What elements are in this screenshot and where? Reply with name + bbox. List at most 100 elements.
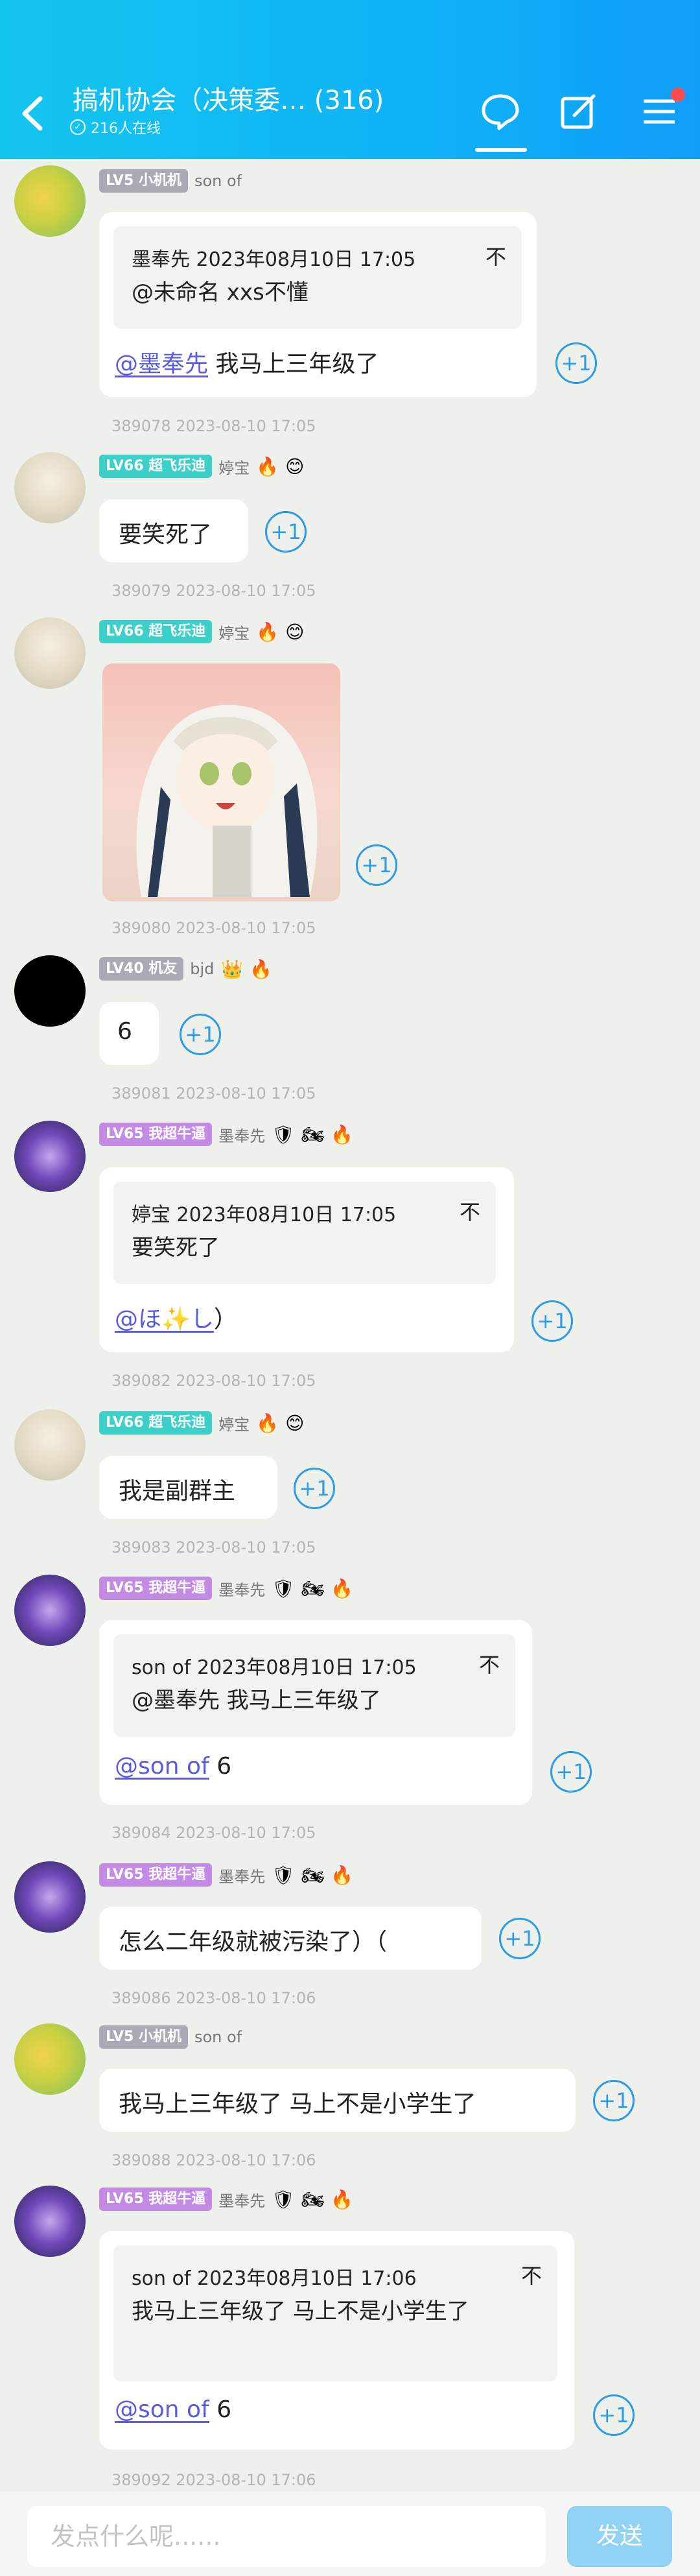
avatar[interactable] (14, 1861, 86, 1933)
fire-badge-icon: 🔥 (331, 1123, 354, 1145)
level-badge: LV40 机友 (99, 957, 184, 981)
plus-one-button[interactable]: +1 (531, 1300, 573, 1342)
avatar[interactable] (14, 1409, 86, 1481)
avatar[interactable] (14, 452, 86, 523)
sender-name[interactable]: 墨奉先 (218, 1577, 265, 1600)
active-tab-indicator (475, 148, 527, 152)
avatar[interactable] (14, 1121, 86, 1192)
message-timestamp: 389086 2023-08-10 17:06 (111, 1989, 316, 2007)
message-bubble[interactable]: 婷宝 2023年08月10日 17:05 不 要笑死了 @ほ✨し） (99, 1167, 514, 1352)
close-icon[interactable]: 不 (521, 2260, 542, 2289)
message-bubble[interactable]: 我是副群主 (99, 1456, 277, 1519)
sender-meta: LV40 机友 bjd 👑 🔥 (99, 957, 272, 981)
sender-name[interactable]: son of (194, 2028, 242, 2046)
level-badge: LV66 超飞乐迪 (99, 620, 213, 643)
plus-one-button[interactable]: +1 (356, 844, 397, 886)
plus-one-button[interactable]: +1 (499, 1918, 541, 1959)
sender-meta: LV66 超飞乐迪 婷宝 🔥 😊 (99, 454, 304, 479)
moto-badge-icon: 🏍 (301, 1123, 325, 1145)
close-icon[interactable]: 不 (485, 241, 506, 270)
plus-one-button[interactable]: +1 (593, 2080, 635, 2121)
message-bubble[interactable]: son of 2023年08月10日 17:05 不 @墨奉先 我马上三年级了 … (99, 1620, 532, 1805)
mention-link[interactable]: @ほ✨し (115, 1306, 214, 1333)
message-bubble[interactable]: 怎么二年级就被污染了）（ (99, 1907, 482, 1970)
fire-badge-icon: 🔥 (256, 621, 279, 643)
close-icon[interactable]: 不 (460, 1196, 480, 1226)
level-badge: LV65 我超牛逼 (99, 1577, 213, 1600)
sender-meta: LV65 我超牛逼 墨奉先 🛡 🏍 🔥 (99, 1576, 353, 1601)
moto-badge-icon: 🏍 (301, 2188, 325, 2210)
sender-name[interactable]: 墨奉先 (218, 1123, 265, 1146)
online-count: ✓ 216人在线 (70, 117, 161, 137)
level-badge: LV65 我超牛逼 (99, 2188, 213, 2211)
back-arrow-icon[interactable] (14, 91, 53, 136)
message-timestamp: 389083 2023-08-10 17:05 (111, 1538, 316, 1556)
avatar[interactable] (14, 617, 86, 689)
avatar[interactable] (14, 1575, 86, 1646)
group-title[interactable]: 搞机协会（决策委… (316) (73, 79, 384, 117)
moto-badge-icon: 🏍 (301, 1864, 325, 1886)
avatar[interactable] (14, 165, 86, 237)
sender-meta: LV66 超飞乐迪 婷宝 🔥 😊 (99, 619, 304, 644)
message-bubble[interactable]: 墨奉先 2023年08月10日 17:05 不 @未命名 xxs不懂 @墨奉先 … (99, 212, 537, 397)
level-badge: LV65 我超牛逼 (99, 1863, 213, 1887)
close-icon[interactable]: 不 (479, 1649, 500, 1678)
level-badge: LV65 我超牛逼 (99, 1123, 213, 1146)
sender-name[interactable]: 墨奉先 (218, 1864, 265, 1887)
crown-badge-icon: 👑 (220, 958, 244, 980)
chat-header: 搞机协会（决策委… (316) ✓ 216人在线 (0, 0, 700, 159)
sender-name[interactable]: 婷宝 (218, 455, 250, 478)
message-bubble[interactable]: 要笑死了 (99, 499, 248, 562)
plus-one-button[interactable]: +1 (180, 1014, 221, 1055)
heart-badge-icon: 😊 (285, 621, 305, 643)
fire-badge-icon: 🔥 (331, 1864, 354, 1886)
plus-one-button[interactable]: +1 (265, 511, 307, 553)
sender-meta: LV65 我超牛逼 墨奉先 🛡 🏍 🔥 (99, 2187, 353, 2212)
sender-meta: LV5 小机机 son of (99, 169, 242, 193)
quoted-message[interactable]: 婷宝 2023年08月10日 17:05 不 要笑死了 (113, 1182, 496, 1284)
avatar[interactable] (14, 2186, 86, 2257)
message-bubble[interactable]: son of 2023年08月10日 17:06 不 我马上三年级了 马上不是小… (99, 2231, 574, 2450)
plus-one-button[interactable]: +1 (550, 1751, 592, 1793)
fire-badge-icon: 🔥 (250, 958, 273, 980)
heart-badge-icon: 😊 (285, 455, 305, 477)
shield-badge-icon: 🛡 (272, 1864, 295, 1886)
sender-name[interactable]: bjd (190, 960, 214, 978)
sender-name[interactable]: 婷宝 (218, 621, 250, 643)
message-timestamp: 389080 2023-08-10 17:05 (111, 919, 316, 937)
message-timestamp: 389084 2023-08-10 17:05 (111, 1824, 316, 1842)
message-timestamp: 389081 2023-08-10 17:05 (111, 1084, 316, 1103)
sticker-image[interactable] (102, 663, 340, 901)
message-bubble[interactable]: 我马上三年级了 马上不是小学生了 (99, 2069, 576, 2132)
avatar[interactable] (14, 955, 86, 1027)
avatar[interactable] (14, 2023, 86, 2095)
message-timestamp: 389088 2023-08-10 17:06 (111, 2151, 316, 2169)
sender-meta: LV66 超飞乐迪 婷宝 🔥 😊 (99, 1411, 304, 1435)
sender-name[interactable]: son of (194, 172, 242, 190)
message-bubble[interactable]: 6 (99, 1002, 159, 1065)
notification-dot (671, 88, 685, 102)
message-timestamp: 389079 2023-08-10 17:05 (111, 582, 316, 600)
plus-one-button[interactable]: +1 (294, 1468, 335, 1509)
chat-bubble-icon[interactable] (480, 91, 521, 132)
sender-meta: LV5 小机机 son of (99, 2025, 242, 2049)
mention-link[interactable]: @son of (115, 2396, 209, 2423)
message-input[interactable]: 发点什么呢...... (27, 2506, 546, 2567)
shield-badge-icon: 🛡 (272, 2188, 295, 2210)
quoted-message[interactable]: 墨奉先 2023年08月10日 17:05 不 @未命名 xxs不懂 (113, 226, 522, 329)
fire-badge-icon: 🔥 (256, 455, 279, 477)
heart-badge-icon: 😊 (285, 1412, 305, 1434)
plus-one-button[interactable]: +1 (555, 342, 597, 384)
mention-link[interactable]: @墨奉先 (115, 351, 208, 377)
mention-link[interactable]: @son of (115, 1753, 209, 1780)
sender-name[interactable]: 婷宝 (218, 1412, 250, 1435)
sender-name[interactable]: 墨奉先 (218, 2188, 265, 2211)
message-timestamp: 389092 2023-08-10 17:06 (111, 2471, 316, 2489)
level-badge: LV66 超飞乐迪 (99, 455, 213, 478)
edit-icon[interactable] (557, 91, 599, 132)
quoted-message[interactable]: son of 2023年08月10日 17:05 不 @墨奉先 我马上三年级了 (113, 1634, 515, 1737)
message-timestamp: 389082 2023-08-10 17:05 (111, 1372, 316, 1390)
plus-one-button[interactable]: +1 (593, 2394, 635, 2436)
quoted-message[interactable]: son of 2023年08月10日 17:06 不 我马上三年级了 马上不是小… (113, 2245, 557, 2381)
send-button[interactable]: 发送 (567, 2506, 672, 2567)
